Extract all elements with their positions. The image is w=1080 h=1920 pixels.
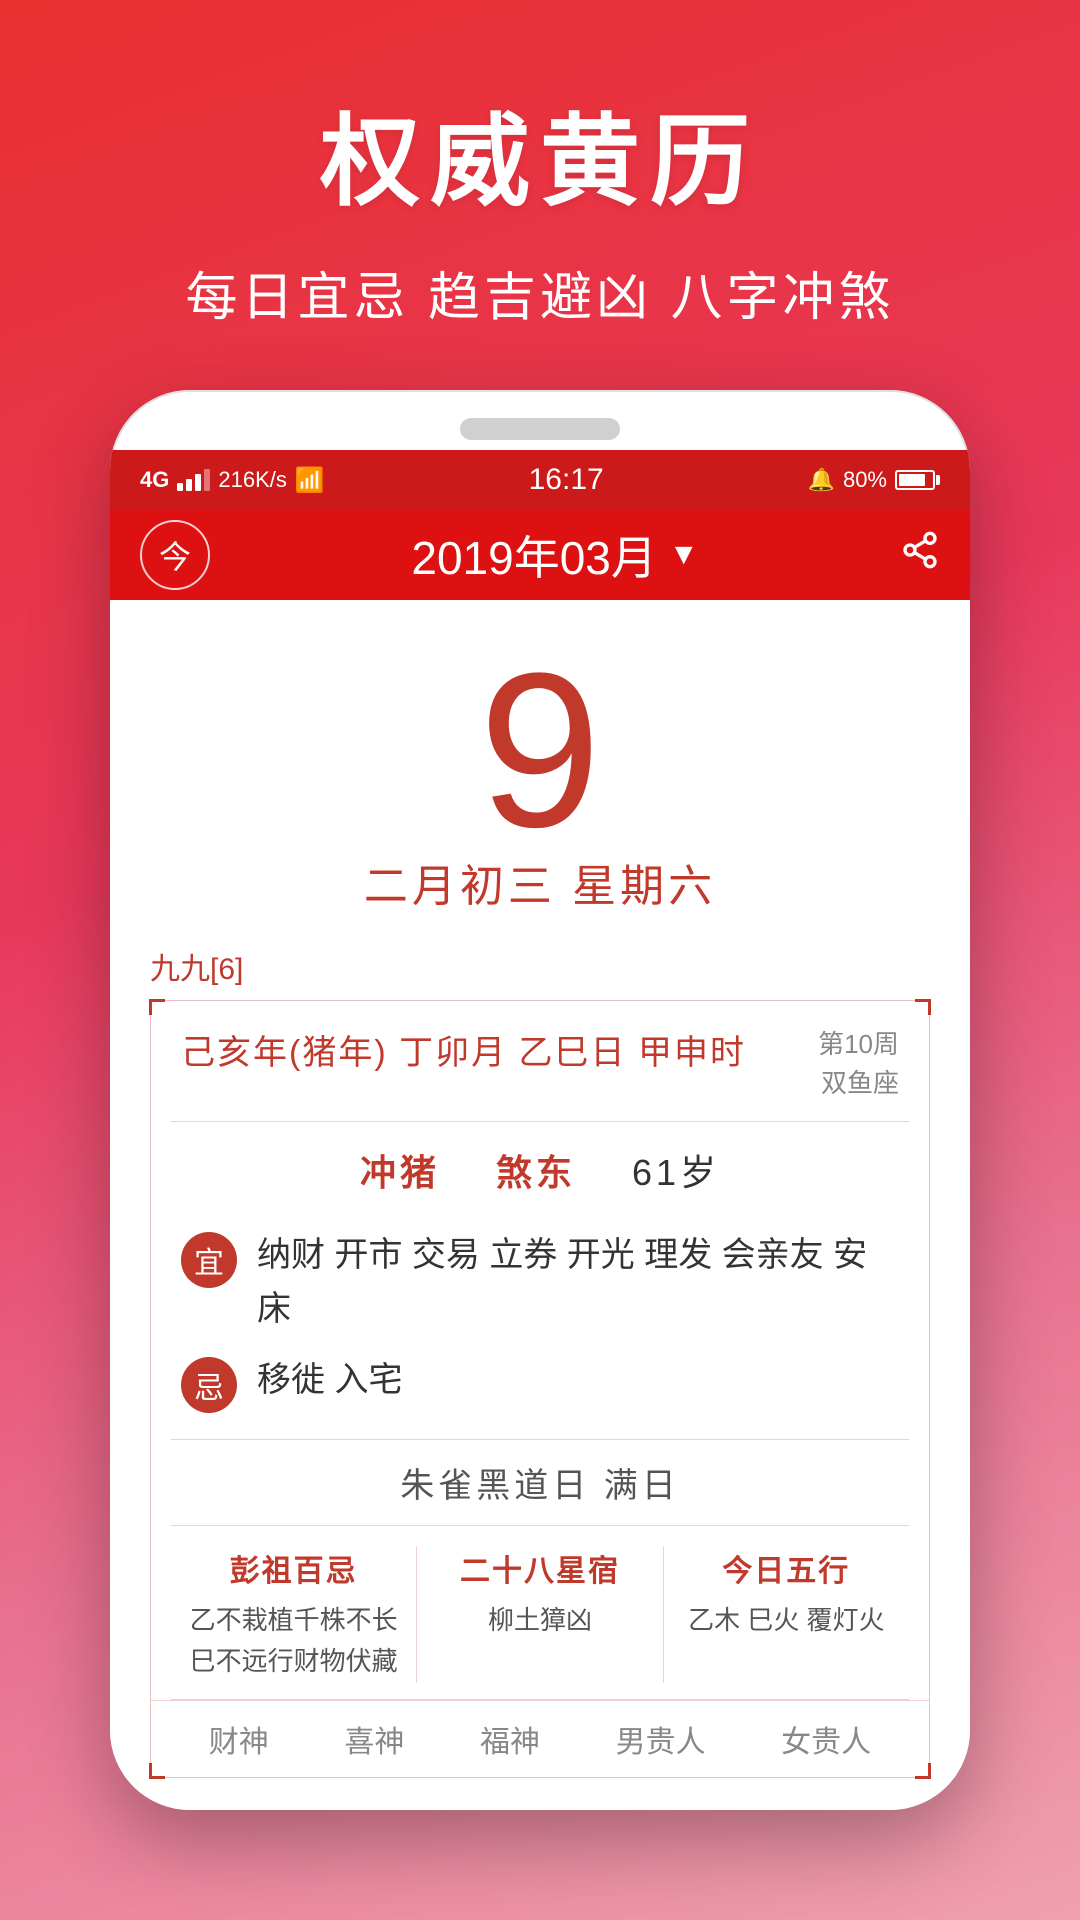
- month-text: 2019年03月: [411, 522, 657, 588]
- special-day-text: 朱雀黑道日 满日: [400, 1467, 679, 1505]
- alarm-icon: 🔔: [808, 467, 835, 493]
- corner-tl-decoration: [149, 999, 165, 1015]
- status-left: 4G 216K/s 📶: [140, 466, 325, 495]
- signal-bars-icon: [177, 469, 210, 491]
- corner-bl-decoration: [149, 1763, 165, 1779]
- zodiac-label: 双鱼座: [818, 1064, 899, 1103]
- phone-frame: 4G 216K/s 📶 16:17 🔔 80% 今 2019年03月 ▼: [110, 390, 970, 1810]
- corner-br-decoration: [915, 1763, 931, 1779]
- chong-label: 冲猪: [360, 1152, 440, 1193]
- pengzu-content: 乙不栽植千株不长巳不远行财物伏藏: [190, 1600, 398, 1683]
- ganzhi-text: 己亥年(猪年) 丁卯月 乙巳日 甲申时: [181, 1025, 746, 1074]
- info-card: 己亥年(猪年) 丁卯月 乙巳日 甲申时 第10周 双鱼座 冲猪 煞东: [150, 1000, 930, 1778]
- app-header: 今 2019年03月 ▼: [110, 510, 970, 600]
- today-label: 今: [159, 532, 191, 578]
- info-section: 九九[6] 己亥年(猪年) 丁卯月 乙巳日 甲申时 第10周 双鱼座: [110, 944, 970, 1810]
- main-content: 9 二月初三 星期六 九九[6] 己亥年(猪年) 丁卯月 乙巳日 甲申时 第: [110, 600, 970, 1810]
- yi-label: 宜: [194, 1238, 224, 1282]
- info-card-wrapper: 己亥年(猪年) 丁卯月 乙巳日 甲申时 第10周 双鱼座 冲猪 煞东: [150, 1000, 930, 1778]
- status-right: 🔔 80%: [808, 467, 940, 493]
- xiu-col: 二十八星宿 柳土獐凶: [417, 1546, 662, 1683]
- ji-label: 忌: [194, 1363, 224, 1407]
- pengzu-col: 彭祖百忌 乙不栽植千株不长巳不远行财物伏藏: [171, 1546, 416, 1683]
- nvgui-label: 女贵人: [781, 1717, 871, 1761]
- xiu-content: 柳土獐凶: [488, 1600, 592, 1642]
- pengzu-title: 彭祖百忌: [230, 1546, 358, 1590]
- wuxing-content: 乙木 巳火 覆灯火: [688, 1600, 884, 1642]
- yi-text: 纳财 开市 交易 立券 开光 理发 会亲友 安床: [257, 1228, 899, 1337]
- speed-label: 216K/s: [218, 467, 287, 493]
- xiu-title: 二十八星宿: [460, 1546, 620, 1590]
- big-date: 9: [479, 640, 601, 860]
- month-title[interactable]: 2019年03月 ▼: [411, 522, 698, 588]
- ganzhi-row: 己亥年(猪年) 丁卯月 乙巳日 甲申时 第10周 双鱼座: [151, 1001, 929, 1121]
- status-bar: 4G 216K/s 📶 16:17 🔔 80%: [110, 450, 970, 510]
- bottom-row: 财神 喜神 福神 男贵人 女贵人: [151, 1700, 929, 1777]
- wifi-icon: 📶: [295, 466, 325, 495]
- jiu-label: 九九[6]: [150, 944, 930, 988]
- chong-row: 冲猪 煞东 61岁: [151, 1122, 929, 1218]
- app-title: 权威黄历: [320, 80, 760, 225]
- corner-tr-decoration: [915, 999, 931, 1015]
- yi-badge: 宜: [181, 1232, 237, 1288]
- app-subtitle: 每日宜忌 趋吉避凶 八字冲煞: [186, 255, 895, 330]
- wuxing-col: 今日五行 乙木 巳火 覆灯火: [664, 1546, 909, 1683]
- status-time: 16:17: [529, 463, 604, 497]
- ji-row: 忌 移徙 入宅: [181, 1353, 899, 1413]
- date-display: 9 二月初三 星期六: [110, 600, 970, 944]
- lunar-date: 二月初三 星期六: [364, 850, 716, 914]
- three-cols: 彭祖百忌 乙不栽植千株不长巳不远行财物伏藏 二十八星宿 柳土獐凶 今日五行 乙木…: [151, 1526, 929, 1683]
- week-label: 第10周: [818, 1025, 899, 1064]
- fushen-label: 福神: [480, 1717, 540, 1761]
- top-section: 权威黄历 每日宜忌 趋吉避凶 八字冲煞: [0, 0, 1080, 390]
- special-day-row: 朱雀黑道日 满日: [151, 1440, 929, 1525]
- today-button[interactable]: 今: [140, 520, 210, 590]
- wuxing-title: 今日五行: [722, 1546, 850, 1590]
- sha-label: 煞东: [496, 1152, 576, 1193]
- network-label: 4G: [140, 467, 169, 493]
- age-label: 61岁: [632, 1152, 720, 1193]
- yi-ji-section: 宜 纳财 开市 交易 立券 开光 理发 会亲友 安床 忌 移徙 入宅: [151, 1218, 929, 1439]
- caishing-label: 财神: [209, 1717, 269, 1761]
- share-button[interactable]: [900, 530, 940, 580]
- xishing-label: 喜神: [344, 1717, 404, 1761]
- ji-text: 移徙 入宅: [257, 1353, 899, 1407]
- battery-percent: 80%: [843, 467, 887, 493]
- yi-row: 宜 纳财 开市 交易 立券 开光 理发 会亲友 安床: [181, 1228, 899, 1337]
- ji-badge: 忌: [181, 1357, 237, 1413]
- nangui-label: 男贵人: [616, 1717, 706, 1761]
- dropdown-icon: ▼: [669, 538, 699, 572]
- week-zodiac: 第10周 双鱼座: [818, 1025, 899, 1103]
- battery-icon: [895, 470, 940, 490]
